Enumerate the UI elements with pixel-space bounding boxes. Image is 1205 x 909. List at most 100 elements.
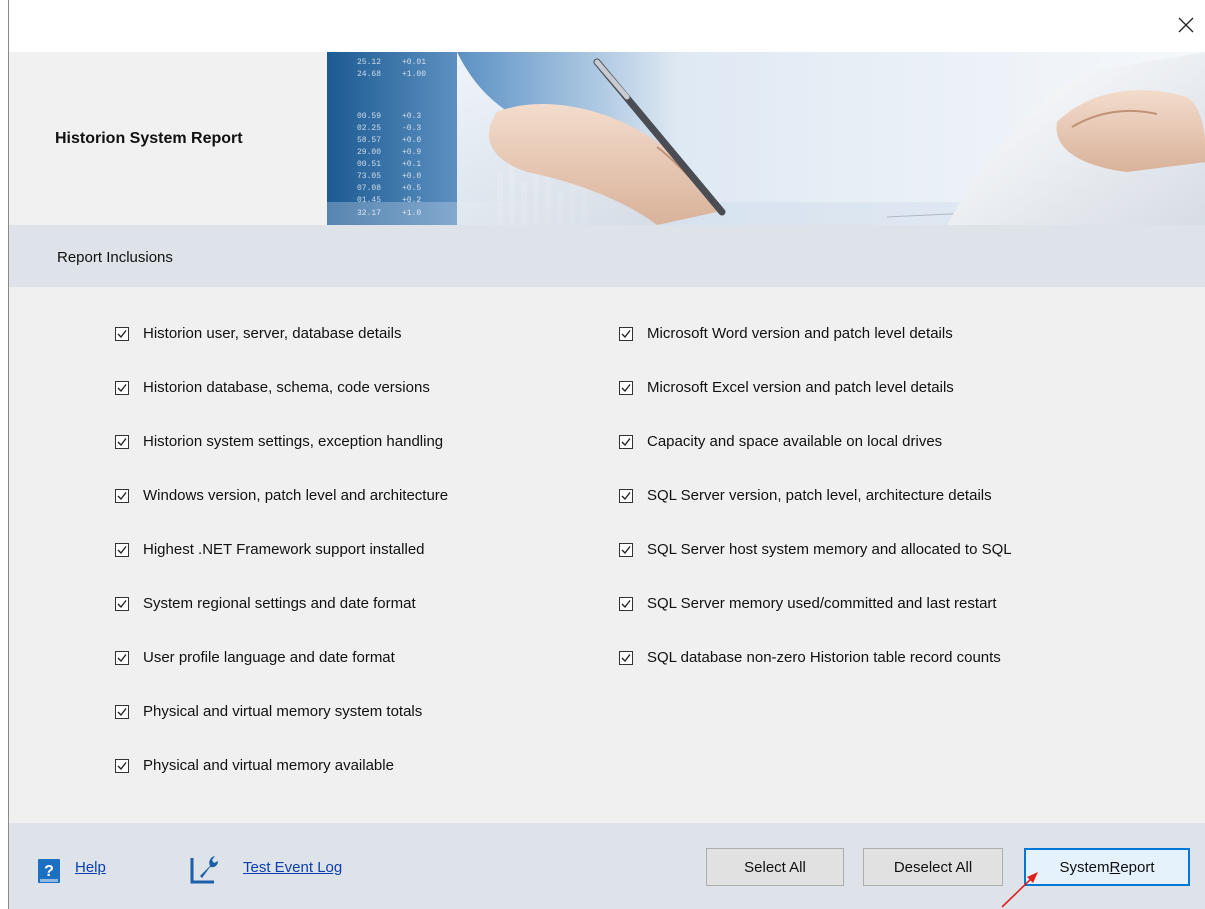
wrench-log-icon[interactable] bbox=[190, 854, 222, 884]
banner-number: 02.25 bbox=[357, 124, 381, 133]
option-label: Historion user, server, database details bbox=[143, 325, 402, 342]
banner-number: +0.3 bbox=[402, 112, 421, 121]
banner-number: +0.5 bbox=[402, 184, 421, 193]
banner-number: 29.00 bbox=[357, 148, 381, 157]
check-icon bbox=[117, 384, 127, 393]
checkbox[interactable] bbox=[115, 489, 129, 503]
check-icon bbox=[621, 654, 631, 663]
option-label: Capacity and space available on local dr… bbox=[647, 433, 943, 450]
check-icon bbox=[621, 546, 631, 555]
option-label: Historion database, schema, code version… bbox=[143, 379, 430, 396]
checkbox[interactable] bbox=[115, 651, 129, 665]
banner-number: +0.2 bbox=[402, 196, 421, 205]
dialog-title: Historion System Report bbox=[55, 130, 243, 147]
checkbox[interactable] bbox=[115, 759, 129, 773]
banner-number: 32.17 bbox=[357, 209, 381, 218]
header-band: Historion System Report 25.12 24.68 00.5… bbox=[9, 52, 1205, 225]
checkbox[interactable] bbox=[115, 543, 129, 557]
option-label: Microsoft Excel version and patch level … bbox=[647, 379, 954, 396]
annotation-arrow-icon bbox=[1001, 872, 1038, 908]
option-windows-version[interactable]: Windows version, patch level and archite… bbox=[115, 485, 448, 539]
option-historion-user-details[interactable]: Historion user, server, database details bbox=[115, 323, 448, 377]
option-historion-system-settings[interactable]: Historion system settings, exception han… bbox=[115, 431, 448, 485]
banner-number: +0.0 bbox=[402, 136, 421, 145]
checkbox[interactable] bbox=[619, 327, 633, 341]
banner-number: 24.68 bbox=[357, 70, 381, 79]
option-label: System regional settings and date format bbox=[143, 595, 416, 612]
banner-image: 25.12 24.68 00.59 02.25 58.57 29.00 00.5… bbox=[327, 52, 1205, 225]
checkbox[interactable] bbox=[619, 651, 633, 665]
check-icon bbox=[117, 492, 127, 501]
banner-number: 01.45 bbox=[357, 196, 381, 205]
svg-text:?: ? bbox=[44, 863, 54, 880]
option-label: Physical and virtual memory system total… bbox=[143, 703, 423, 720]
test-event-log-link[interactable]: Test Event Log bbox=[243, 859, 342, 876]
system-report-label-post: eport bbox=[1120, 858, 1155, 876]
checkbox[interactable] bbox=[619, 489, 633, 503]
option-label: SQL Server version, patch level, archite… bbox=[647, 487, 992, 504]
check-icon bbox=[621, 600, 631, 609]
check-icon bbox=[621, 438, 631, 447]
system-report-button[interactable]: System Report bbox=[1024, 848, 1190, 886]
select-all-button[interactable]: Select All bbox=[706, 848, 844, 886]
section-header: Report Inclusions bbox=[9, 225, 1205, 287]
option-label: Microsoft Word version and patch level d… bbox=[647, 325, 953, 342]
system-report-label-pre: System bbox=[1059, 858, 1110, 876]
option-local-drives[interactable]: Capacity and space available on local dr… bbox=[619, 431, 1012, 485]
banner-number: 00.59 bbox=[357, 112, 381, 121]
close-button[interactable] bbox=[1171, 10, 1201, 40]
report-inclusions-panel: Historion user, server, database details… bbox=[9, 287, 1205, 823]
option-memory-available[interactable]: Physical and virtual memory available bbox=[115, 755, 448, 809]
checkbox[interactable] bbox=[619, 435, 633, 449]
deselect-all-button[interactable]: Deselect All bbox=[863, 848, 1003, 886]
help-book-icon[interactable]: ? bbox=[38, 859, 60, 883]
banner-number: +1.00 bbox=[402, 70, 426, 79]
option-memory-totals[interactable]: Physical and virtual memory system total… bbox=[115, 701, 448, 755]
checkbox[interactable] bbox=[115, 435, 129, 449]
option-historion-database-versions[interactable]: Historion database, schema, code version… bbox=[115, 377, 448, 431]
checkbox[interactable] bbox=[115, 381, 129, 395]
check-icon bbox=[117, 546, 127, 555]
options-column-left: Historion user, server, database details… bbox=[115, 323, 448, 809]
option-label: SQL Server memory used/committed and las… bbox=[647, 595, 997, 612]
banner-number: +0.9 bbox=[402, 148, 421, 157]
banner-number: +0.0 bbox=[402, 172, 421, 181]
option-excel-version[interactable]: Microsoft Excel version and patch level … bbox=[619, 377, 1012, 431]
checkbox[interactable] bbox=[115, 705, 129, 719]
banner-number: 25.12 bbox=[357, 58, 381, 67]
check-icon bbox=[621, 492, 631, 501]
banner-number: 73.05 bbox=[357, 172, 381, 181]
banner-number: +0.01 bbox=[402, 58, 426, 67]
option-dotnet-framework[interactable]: Highest .NET Framework support installed bbox=[115, 539, 448, 593]
option-word-version[interactable]: Microsoft Word version and patch level d… bbox=[619, 323, 1012, 377]
checkbox[interactable] bbox=[115, 327, 129, 341]
option-regional-settings[interactable]: System regional settings and date format bbox=[115, 593, 448, 647]
check-icon bbox=[117, 438, 127, 447]
check-icon bbox=[117, 330, 127, 339]
check-icon bbox=[621, 384, 631, 393]
checkbox[interactable] bbox=[115, 597, 129, 611]
option-label: SQL database non-zero Historion table re… bbox=[647, 649, 1001, 666]
option-label: SQL Server host system memory and alloca… bbox=[647, 541, 1012, 558]
check-icon bbox=[117, 708, 127, 717]
option-sql-record-counts[interactable]: SQL database non-zero Historion table re… bbox=[619, 647, 1012, 701]
banner-number: 07.08 bbox=[357, 184, 381, 193]
option-label: Windows version, patch level and archite… bbox=[143, 487, 449, 504]
help-link[interactable]: Help bbox=[75, 859, 106, 876]
option-label: Historion system settings, exception han… bbox=[143, 433, 444, 450]
option-label: Highest .NET Framework support installed bbox=[143, 541, 425, 558]
option-user-profile-language[interactable]: User profile language and date format bbox=[115, 647, 448, 701]
banner-number: +0.1 bbox=[402, 160, 421, 169]
option-label: User profile language and date format bbox=[143, 649, 395, 666]
checkbox[interactable] bbox=[619, 543, 633, 557]
check-icon bbox=[117, 654, 127, 663]
dialog-window: Historion System Report 25.12 24.68 00.5… bbox=[8, 0, 1205, 909]
option-sql-memory-used[interactable]: SQL Server memory used/committed and las… bbox=[619, 593, 1012, 647]
option-sql-server-version[interactable]: SQL Server version, patch level, archite… bbox=[619, 485, 1012, 539]
checkbox[interactable] bbox=[619, 597, 633, 611]
option-sql-host-memory[interactable]: SQL Server host system memory and alloca… bbox=[619, 539, 1012, 593]
system-report-mnemonic: R bbox=[1109, 858, 1121, 876]
options-column-right: Microsoft Word version and patch level d… bbox=[619, 323, 1012, 701]
checkbox[interactable] bbox=[619, 381, 633, 395]
banner-number: +1.0 bbox=[402, 209, 421, 218]
